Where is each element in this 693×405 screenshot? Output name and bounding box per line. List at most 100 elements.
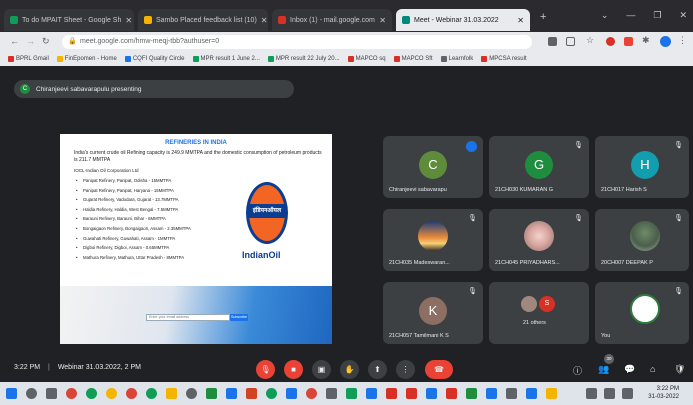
task-view-icon[interactable] xyxy=(46,388,57,399)
self-tile[interactable]: 🎙 You xyxy=(595,282,689,344)
edge-icon[interactable] xyxy=(146,388,157,399)
app-icon[interactable] xyxy=(306,388,317,399)
app-icon[interactable] xyxy=(526,388,537,399)
excel-icon[interactable] xyxy=(206,388,217,399)
chrome-icon[interactable] xyxy=(126,388,137,399)
app-icon[interactable] xyxy=(266,388,277,399)
bookmark-icon xyxy=(56,56,63,62)
bookmark-item[interactable]: BPRL Gmail xyxy=(8,56,49,62)
camera-icon[interactable] xyxy=(548,37,557,46)
extension-icon[interactable] xyxy=(624,37,633,46)
chrome-icon[interactable] xyxy=(106,388,117,399)
gmail-icon xyxy=(8,56,14,62)
os-taskbar: 3:22 PM 31-03-2022 xyxy=(0,382,693,405)
app-icon[interactable] xyxy=(506,388,517,399)
logo-band-text: इंडियनऑयल xyxy=(249,204,285,218)
bookmark-star-icon[interactable]: ☆ xyxy=(586,35,594,46)
back-icon[interactable]: ← xyxy=(10,36,19,46)
chrome-icon[interactable] xyxy=(66,388,77,399)
system-clock[interactable]: 3:22 PM 31-03-2022 xyxy=(648,385,679,401)
app-icon[interactable] xyxy=(346,388,357,399)
battery-icon[interactable] xyxy=(622,388,633,399)
app-icon[interactable] xyxy=(426,388,437,399)
volume-icon[interactable] xyxy=(604,388,615,399)
app-icon[interactable] xyxy=(446,388,457,399)
presenter-avatar: C xyxy=(20,84,30,94)
browser-tab[interactable]: Inbox (1) - mail.google.com ✕ xyxy=(272,9,392,31)
meeting-name: Webinar 31.03.2022, 2 PM xyxy=(57,364,141,371)
tab-search-icon[interactable]: ⌄ xyxy=(601,10,609,21)
bookmark-item[interactable]: FinEpomen - Home xyxy=(56,56,117,62)
bookmark-item[interactable]: MAPCO sq xyxy=(347,56,386,62)
app-icon[interactable] xyxy=(466,388,477,399)
profile-icon[interactable] xyxy=(660,36,671,47)
more-options-button[interactable]: ⋮ xyxy=(396,360,415,379)
share-icon[interactable] xyxy=(566,37,575,46)
close-icon[interactable]: ✕ xyxy=(379,16,386,25)
participant-tile[interactable]: 🎙 G 21CH030 KUMARAN G xyxy=(489,136,589,198)
extension-icon[interactable] xyxy=(606,37,615,46)
participant-tile[interactable]: 🎙 21CH035 Madeswaran... xyxy=(383,209,483,271)
others-tile[interactable]: S 21 others xyxy=(489,282,589,344)
app-icon[interactable] xyxy=(406,388,417,399)
chrome-icon[interactable] xyxy=(86,388,97,399)
address-bar[interactable]: 🔒 meet.google.com/hmw-meqj-tbb?authuser=… xyxy=(62,35,532,49)
bookmark-item[interactable]: MPCSA result xyxy=(481,56,527,62)
speaking-indicator-icon xyxy=(466,141,477,152)
minimize-icon[interactable]: — xyxy=(626,10,635,21)
participant-tile[interactable]: 🎙 H 21CH017 Harish S xyxy=(595,136,689,198)
powerpoint-icon[interactable] xyxy=(246,388,257,399)
network-icon[interactable] xyxy=(586,388,597,399)
puzzle-icon[interactable]: ✱ xyxy=(642,35,650,46)
new-tab-button[interactable]: + xyxy=(540,11,546,23)
chat-icon[interactable]: 💬 xyxy=(624,364,635,375)
close-icon[interactable]: ✕ xyxy=(261,16,268,25)
pdf-icon[interactable] xyxy=(386,388,397,399)
mic-toggle-button[interactable]: 🎙 xyxy=(256,360,275,379)
close-window-icon[interactable]: ✕ xyxy=(679,10,687,21)
close-icon[interactable]: ✕ xyxy=(517,16,524,25)
camera-toggle-button[interactable]: ■ xyxy=(284,360,303,379)
list-item: Mathura Refinery, Mathura, Uttar Pradesh… xyxy=(76,255,266,260)
present-button[interactable]: ⬆ xyxy=(368,360,387,379)
app-icon[interactable] xyxy=(546,388,557,399)
bookmark-item[interactable]: MPR result 22 July 20... xyxy=(267,56,340,62)
app-icon[interactable] xyxy=(186,388,197,399)
bookmark-item[interactable]: CQFI Quality Circle xyxy=(124,56,185,62)
maximize-icon[interactable]: ❐ xyxy=(653,10,661,21)
app-icon[interactable] xyxy=(326,388,337,399)
participant-tile[interactable]: 🎙 K 21CH057 Tamilmani K S xyxy=(383,282,483,344)
bookmark-item[interactable]: MAPCO Sft xyxy=(393,56,433,62)
participant-tile[interactable]: 🎙 21CH045 PRIYADHARS... xyxy=(489,209,589,271)
mic-off-icon: 🎙 xyxy=(468,288,477,295)
presentation-slide[interactable]: REFINERIES IN INDIA India's current crud… xyxy=(60,134,332,344)
app-icon[interactable] xyxy=(366,388,377,399)
app-icon[interactable] xyxy=(486,388,497,399)
bookmark-item[interactable]: MPR result 1 June 2... xyxy=(192,56,260,62)
url-text: meet.google.com/hmw-meqj-tbb?authuser=0 xyxy=(80,38,220,45)
participant-tile[interactable]: 🎙 20CH007 DEEPAK P xyxy=(595,209,689,271)
leave-call-button[interactable]: ☎ xyxy=(425,360,453,379)
reload-icon[interactable]: ↻ xyxy=(42,36,50,47)
others-count: 21 others xyxy=(523,320,546,326)
activities-icon[interactable]: ⌂ xyxy=(650,364,655,374)
close-icon[interactable]: ✕ xyxy=(125,16,132,25)
start-icon[interactable] xyxy=(6,388,17,399)
browser-tab-active[interactable]: Meet - Webinar 31.03.2022 ✕ xyxy=(396,9,530,31)
word-icon[interactable] xyxy=(226,388,237,399)
people-icon[interactable]: 👥 xyxy=(598,364,609,375)
bookmark-icon xyxy=(124,56,131,62)
info-icon[interactable]: ⓘ xyxy=(573,364,582,377)
captions-button[interactable]: ▣ xyxy=(312,360,331,379)
search-icon[interactable] xyxy=(26,388,37,399)
browser-tab[interactable]: Sambo Placed feedback list (10) ✕ xyxy=(138,9,268,31)
raise-hand-button[interactable]: ✋ xyxy=(340,360,359,379)
app-icon[interactable] xyxy=(286,388,297,399)
bookmark-item[interactable]: Learnfolk xyxy=(440,56,473,62)
forward-icon[interactable]: → xyxy=(26,36,35,46)
browser-tab[interactable]: To do MPAIT Sheet - Google Sh ✕ xyxy=(4,9,134,31)
menu-icon[interactable]: ⋮ xyxy=(678,35,687,46)
participant-tile[interactable]: C Chiranjeevi sabavarapu xyxy=(383,136,483,198)
file-explorer-icon[interactable] xyxy=(166,388,177,399)
host-controls-icon[interactable]: 🛡 xyxy=(674,364,685,375)
